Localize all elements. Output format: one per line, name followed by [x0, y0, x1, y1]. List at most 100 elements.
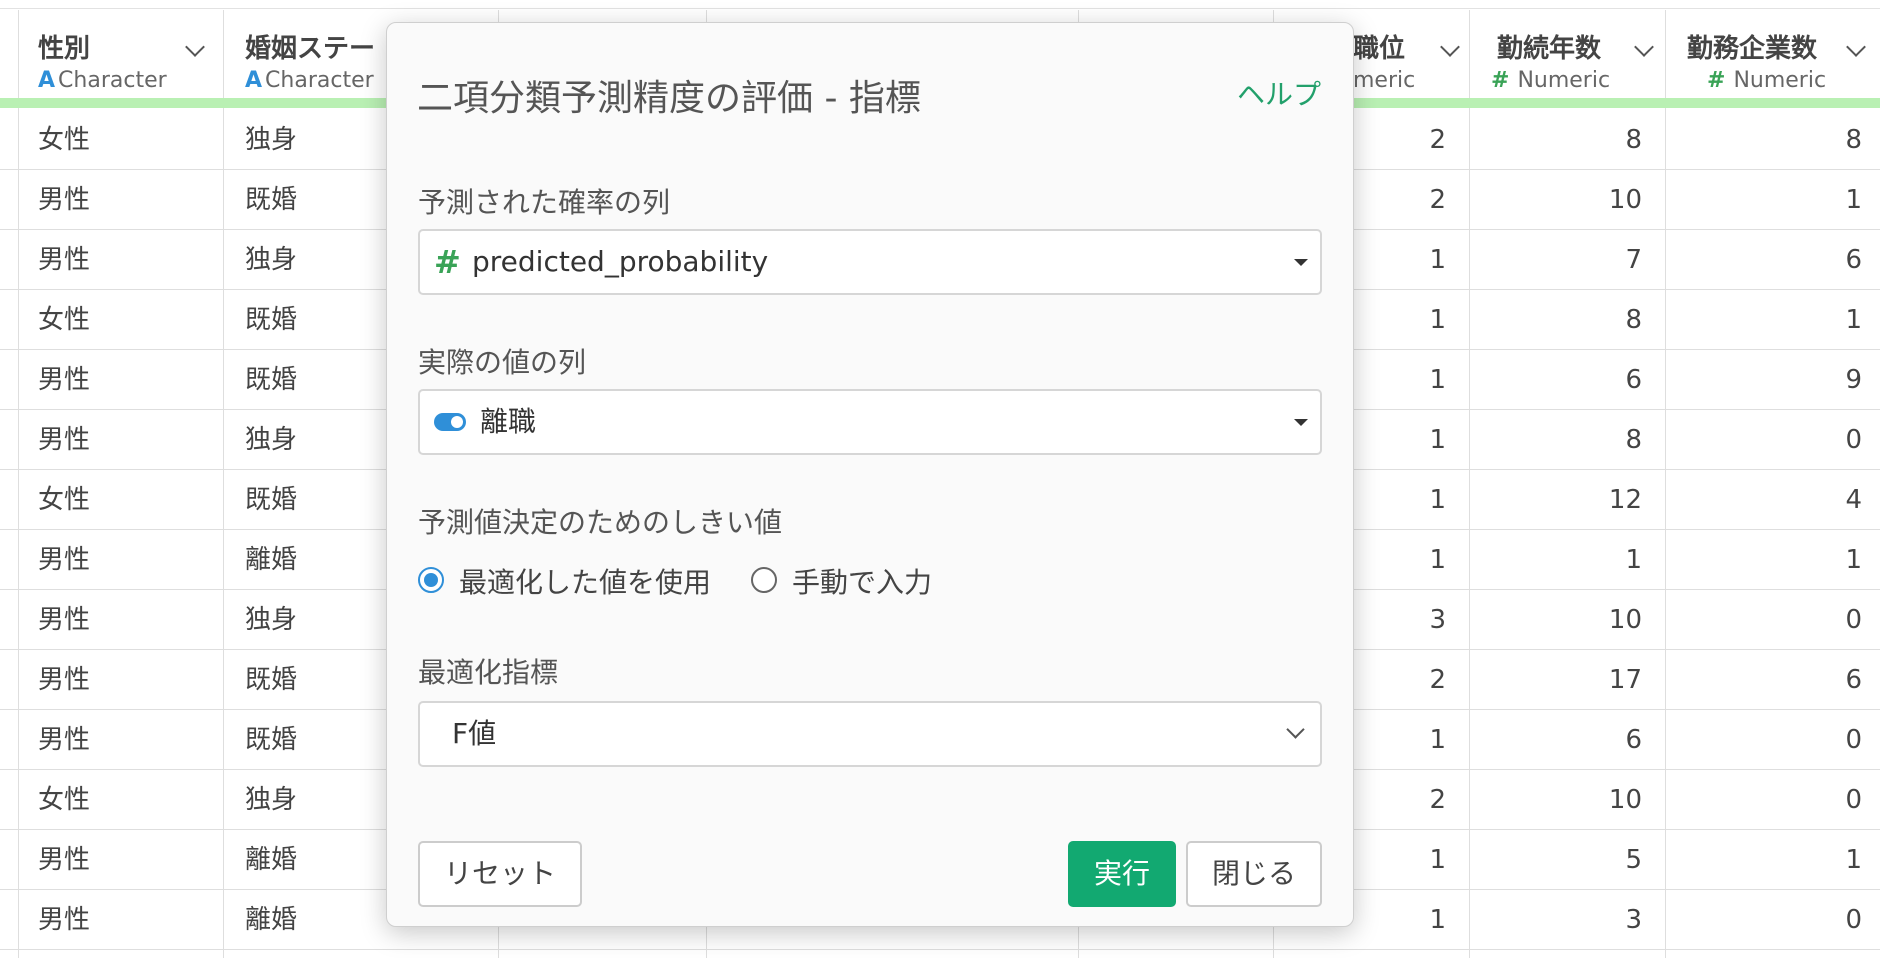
cell-tenure[interactable]: 3 [1474, 890, 1642, 950]
predicted-column-value: predicted_probability [472, 245, 769, 278]
cell-companies[interactable]: 0 [1670, 890, 1862, 950]
cell-tenure[interactable]: 10 [1474, 770, 1642, 830]
cell-companies[interactable]: 9 [1670, 350, 1862, 410]
metric-value: F値 [452, 717, 497, 750]
cell-companies[interactable]: 1 [1670, 290, 1862, 350]
cell-companies[interactable]: 1 [1670, 530, 1862, 590]
cell-marital[interactable]: 既婚 [245, 290, 405, 350]
cell-companies[interactable]: 0 [1670, 710, 1862, 770]
chevron-down-icon [1286, 720, 1305, 739]
cell-gender[interactable]: 男性 [38, 710, 198, 770]
caret-down-icon [1294, 419, 1308, 426]
cell-tenure[interactable]: 10 [1474, 170, 1642, 230]
cell-companies[interactable]: 8 [1670, 110, 1862, 170]
cell-tenure[interactable]: 17 [1474, 650, 1642, 710]
column-header-name: 勤続年数 [1497, 34, 1602, 64]
cell-gender[interactable]: 男性 [38, 410, 198, 470]
cell-gender[interactable]: 男性 [38, 830, 198, 890]
chevron-down-icon[interactable] [1440, 37, 1460, 57]
cell-gender[interactable]: 女性 [38, 290, 198, 350]
cell-gender[interactable]: 男性 [38, 890, 198, 950]
help-link[interactable]: ヘルプ [1237, 73, 1321, 113]
cell-companies[interactable]: 1 [1670, 830, 1862, 890]
cell-tenure[interactable]: 6 [1474, 710, 1642, 770]
reset-button[interactable]: リセット [418, 841, 582, 907]
predicted-column-label: 予測された確率の列 [418, 186, 671, 219]
cell-companies[interactable]: 1 [1670, 170, 1862, 230]
metric-label: 最適化指標 [418, 656, 559, 689]
cell-companies[interactable]: 6 [1670, 650, 1862, 710]
cell-gender[interactable]: 男性 [38, 230, 198, 290]
cell-marital[interactable]: 独身 [245, 590, 405, 650]
cell-tenure[interactable]: 1 [1474, 530, 1642, 590]
column-type: A Character [38, 68, 167, 93]
column-header-name: 性別 [38, 34, 91, 64]
cell-marital[interactable]: 既婚 [245, 170, 405, 230]
actual-column-value: 離職 [480, 405, 537, 438]
column-header-gender[interactable]: 性別 A Character [18, 10, 223, 98]
cell-companies[interactable]: 4 [1670, 470, 1862, 530]
radio-use-optimized-label[interactable]: 最適化した値を使用 [459, 561, 711, 601]
cell-marital[interactable]: 既婚 [245, 470, 405, 530]
cell-gender[interactable]: 女性 [38, 770, 198, 830]
column-header-name: 職位 [1353, 34, 1406, 64]
chevron-down-icon[interactable] [1846, 37, 1866, 57]
cell-gender[interactable]: 女性 [38, 110, 198, 170]
cell-tenure[interactable]: 6 [1474, 350, 1642, 410]
cell-marital[interactable]: 独身 [245, 110, 405, 170]
column-header-marital[interactable]: 婚姻ステー A Character [223, 10, 398, 98]
numeric-type-icon: # [1707, 68, 1726, 93]
cell-marital[interactable]: 既婚 [245, 650, 405, 710]
cell-gender[interactable]: 男性 [38, 650, 198, 710]
column-type: # Numeric [1707, 68, 1827, 93]
column-header-companies[interactable]: 勤務企業数 # Numeric [1665, 10, 1880, 98]
binary-classification-metrics-dialog: 二項分類予測精度の評価 - 指標 ヘルプ 予測された確率の列 # predict… [386, 22, 1354, 927]
chevron-down-icon[interactable] [1634, 37, 1654, 57]
dialog-title: 二項分類予測精度の評価 - 指標 [417, 78, 921, 119]
cell-tenure[interactable]: 8 [1474, 110, 1642, 170]
cell-marital[interactable]: 独身 [245, 410, 405, 470]
actual-column-select[interactable]: 離職 [418, 389, 1322, 455]
cell-companies[interactable]: 0 [1670, 590, 1862, 650]
radio-use-optimized[interactable] [418, 567, 444, 593]
column-header-tenure[interactable]: 勤続年数 # Numeric [1469, 10, 1665, 98]
cell-tenure[interactable]: 8 [1474, 290, 1642, 350]
cell-marital[interactable]: 独身 [245, 230, 405, 290]
cell-marital[interactable]: 既婚 [245, 350, 405, 410]
radio-manual-input-label[interactable]: 手動で入力 [792, 561, 932, 601]
threshold-label: 予測値決定のためのしきい値 [418, 506, 783, 539]
logical-type-icon [434, 413, 466, 431]
cell-gender[interactable]: 男性 [38, 350, 198, 410]
cell-gender[interactable]: 男性 [38, 170, 198, 230]
cell-tenure[interactable]: 10 [1474, 590, 1642, 650]
chevron-down-icon[interactable] [185, 37, 205, 57]
run-button[interactable]: 実行 [1068, 841, 1176, 907]
radio-manual-input[interactable] [751, 567, 777, 593]
cell-gender[interactable]: 男性 [38, 530, 198, 590]
column-header-name: 婚姻ステー [245, 34, 376, 64]
character-type-icon: A [38, 68, 56, 93]
metric-select[interactable]: F値 [418, 701, 1322, 767]
column-type: meric [1353, 68, 1416, 93]
cell-tenure[interactable]: 5 [1474, 830, 1642, 890]
column-type: A Character [245, 68, 374, 93]
cell-companies[interactable]: 6 [1670, 230, 1862, 290]
cell-marital[interactable]: 独身 [245, 770, 405, 830]
column-type: # Numeric [1491, 68, 1611, 93]
cell-marital[interactable]: 既婚 [245, 710, 405, 770]
cell-companies[interactable]: 0 [1670, 770, 1862, 830]
cell-tenure[interactable]: 12 [1474, 470, 1642, 530]
cell-tenure[interactable]: 8 [1474, 410, 1642, 470]
cell-companies[interactable]: 0 [1670, 410, 1862, 470]
cell-gender[interactable]: 女性 [38, 470, 198, 530]
close-button[interactable]: 閉じる [1186, 841, 1322, 907]
cell-tenure[interactable]: 7 [1474, 230, 1642, 290]
character-type-icon: A [245, 68, 263, 93]
column-header-name: 勤務企業数 [1687, 34, 1818, 64]
cell-marital[interactable]: 離婚 [245, 890, 405, 950]
cell-gender[interactable]: 男性 [38, 590, 198, 650]
cell-marital[interactable]: 離婚 [245, 530, 405, 590]
predicted-column-select[interactable]: # predicted_probability [418, 229, 1322, 295]
caret-down-icon [1294, 259, 1308, 266]
cell-marital[interactable]: 離婚 [245, 830, 405, 890]
